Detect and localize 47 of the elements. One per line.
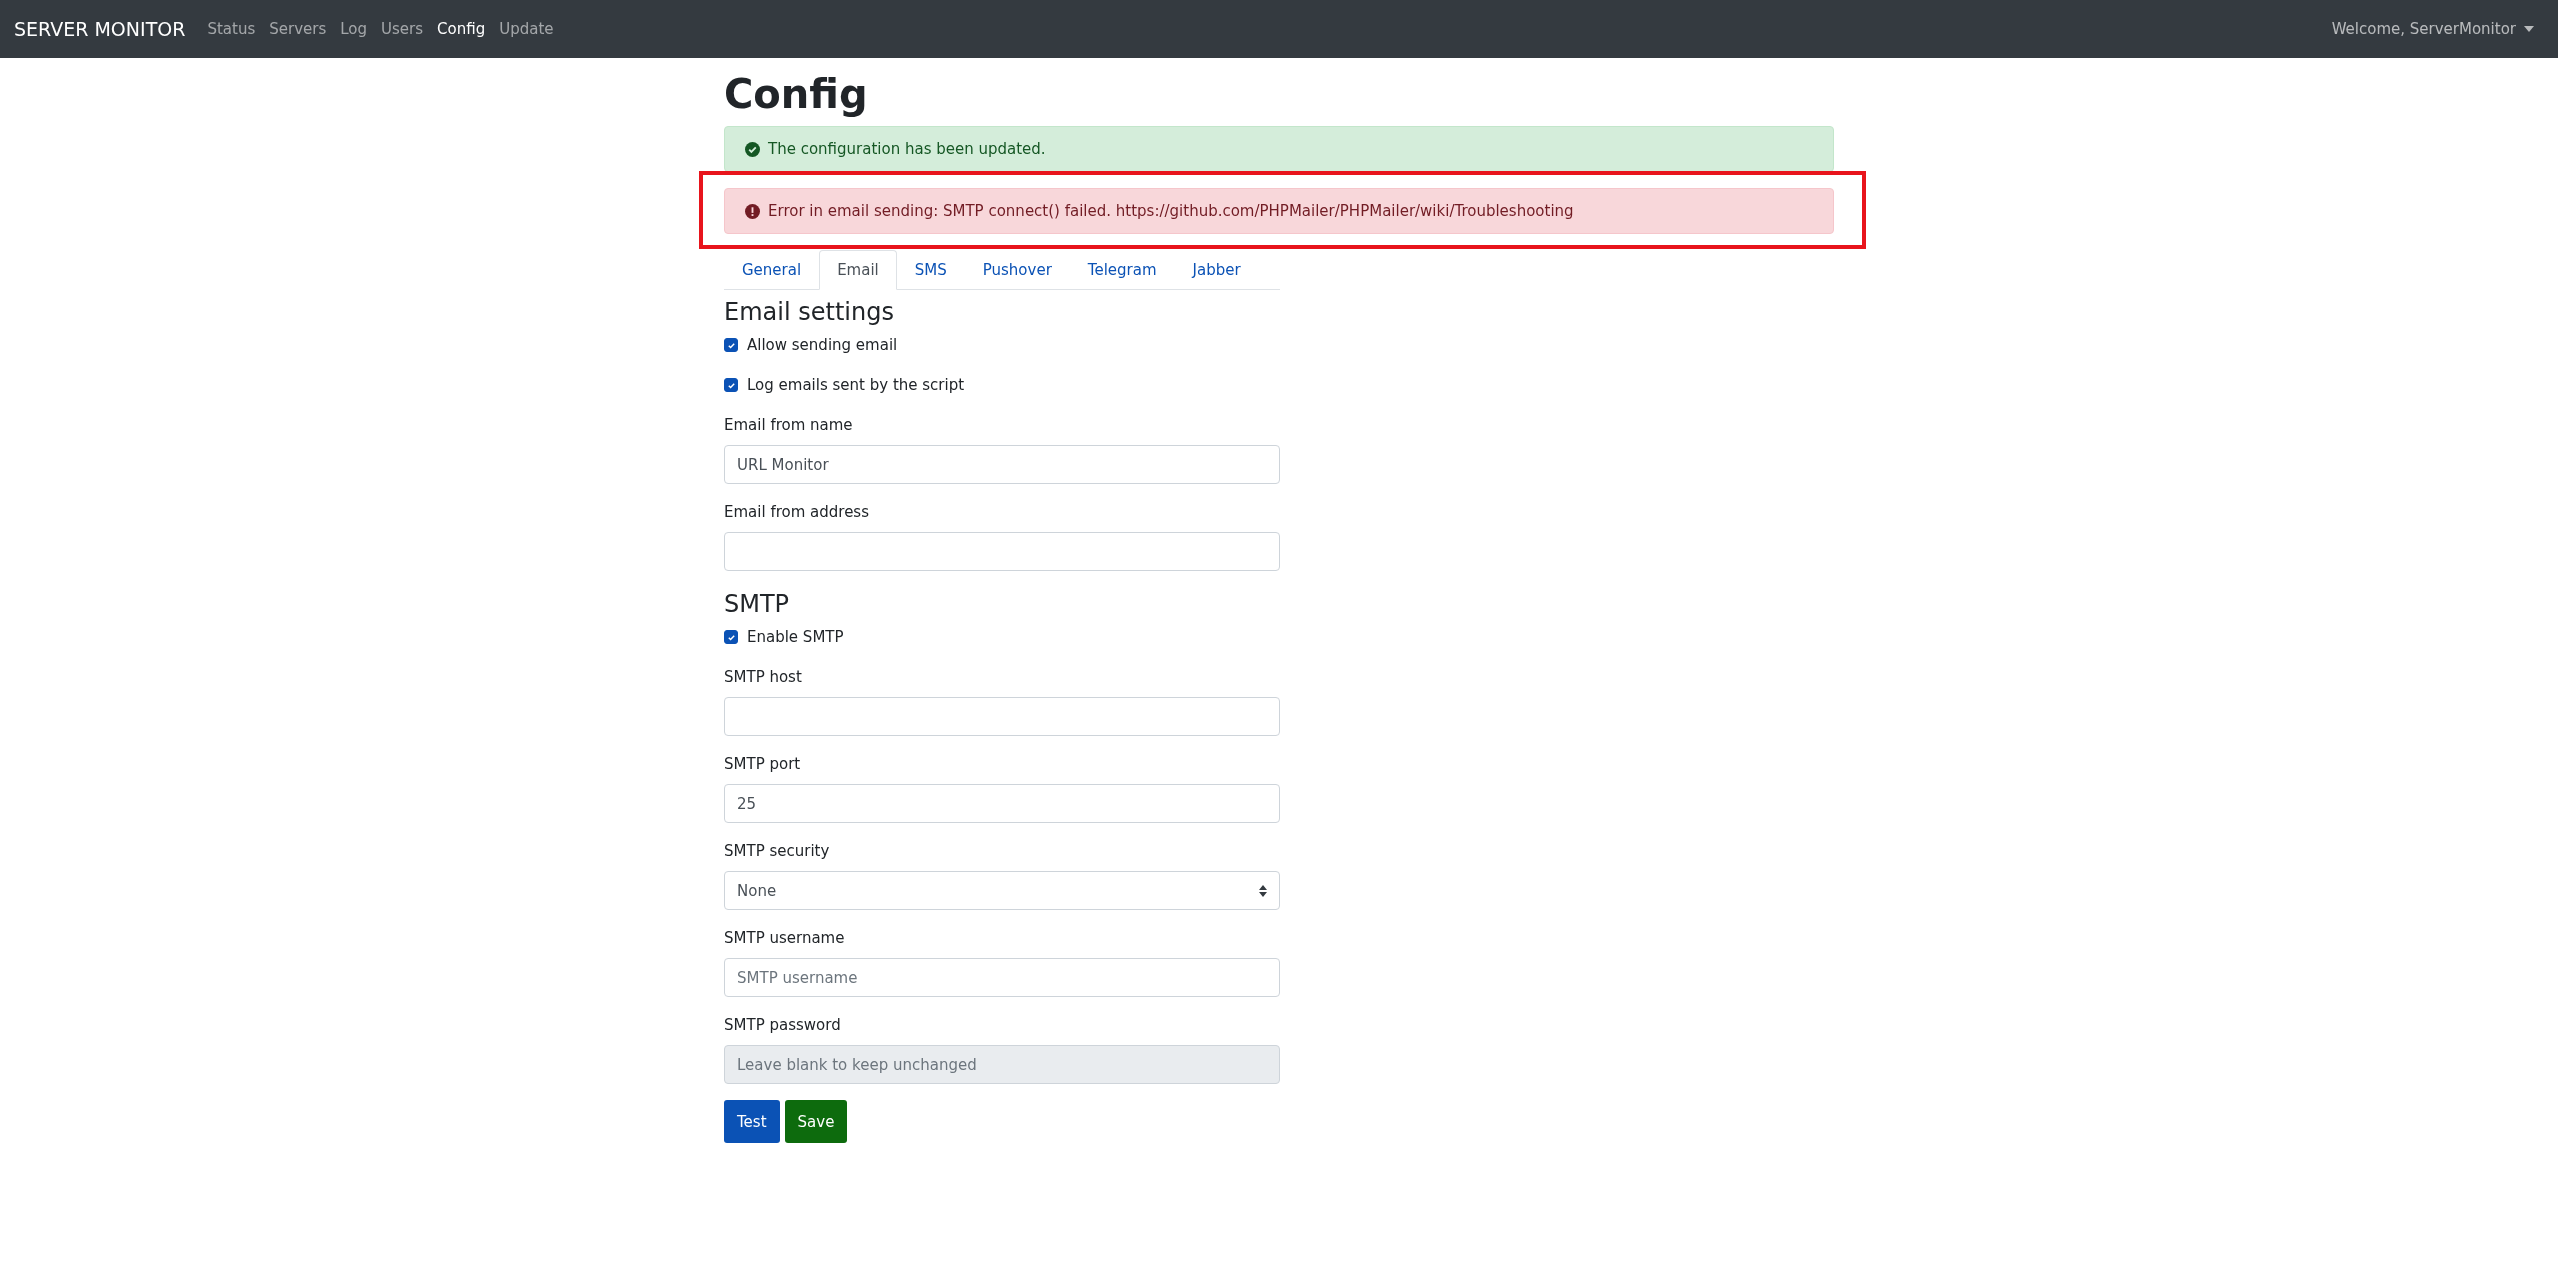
nav-link[interactable]: Servers [269,20,327,38]
select-field[interactable]: None [724,871,1280,910]
nav-link[interactable]: Log [340,20,368,38]
tab[interactable]: Pushover [964,250,1070,290]
input-field[interactable] [724,697,1280,736]
nav-link[interactable]: Update [499,20,554,38]
field-label: SMTP host [724,668,803,686]
checkbox-label[interactable]: Allow sending email [747,336,898,354]
field-label: SMTP username [724,929,846,947]
form-button[interactable]: Test [724,1100,780,1143]
exclamation-circle-icon [745,203,760,219]
check-icon [726,380,736,390]
caret-icon [2524,26,2534,32]
brand-link[interactable]: SERVER MONITOR [14,18,186,40]
tab[interactable]: General [724,250,820,290]
checkbox[interactable] [724,630,738,644]
form-button[interactable]: Save [784,1100,848,1143]
tab[interactable]: Jabber [1174,250,1259,290]
nav-link[interactable]: Users [381,20,424,38]
field-label: SMTP port [724,755,802,773]
tab[interactable]: Telegram [1069,250,1175,290]
field-label: SMTP security [724,842,831,860]
page-title: Config [724,70,869,118]
field-label: SMTP password [724,1016,842,1034]
input-field[interactable] [724,532,1280,571]
field-label: Email from address [724,503,870,521]
section-heading: SMTP [724,590,791,618]
nav-link[interactable]: Status [207,20,256,38]
checkbox[interactable] [724,338,738,352]
sort-arrows-icon [1259,884,1267,897]
alert-text: The configuration has been updated. [768,140,1046,158]
input-field[interactable]: SMTP username [724,958,1280,997]
user-menu[interactable]: Welcome, ServerMonitor [2331,20,2534,38]
input-field[interactable]: 25 [724,784,1280,823]
check-circle-icon [745,141,760,157]
alert-text: Error in email sending: SMTP connect() failed. https://github.com/PHPMailer/PHPMailer/wiki/Troubleshooting [768,202,1574,220]
input-field[interactable]: URL Monitor [724,445,1280,484]
check-icon [726,340,736,350]
check-icon [726,632,736,642]
tab[interactable]: SMS [896,250,965,290]
section-heading: Email settings [724,298,895,326]
checkbox-label[interactable]: Log emails sent by the script [747,376,965,394]
field-label: Email from name [724,416,854,434]
nav-link[interactable]: Config [437,20,486,38]
checkbox-label[interactable]: Enable SMTP [747,628,844,646]
tab[interactable]: Email [819,250,897,290]
checkbox[interactable] [724,378,738,392]
